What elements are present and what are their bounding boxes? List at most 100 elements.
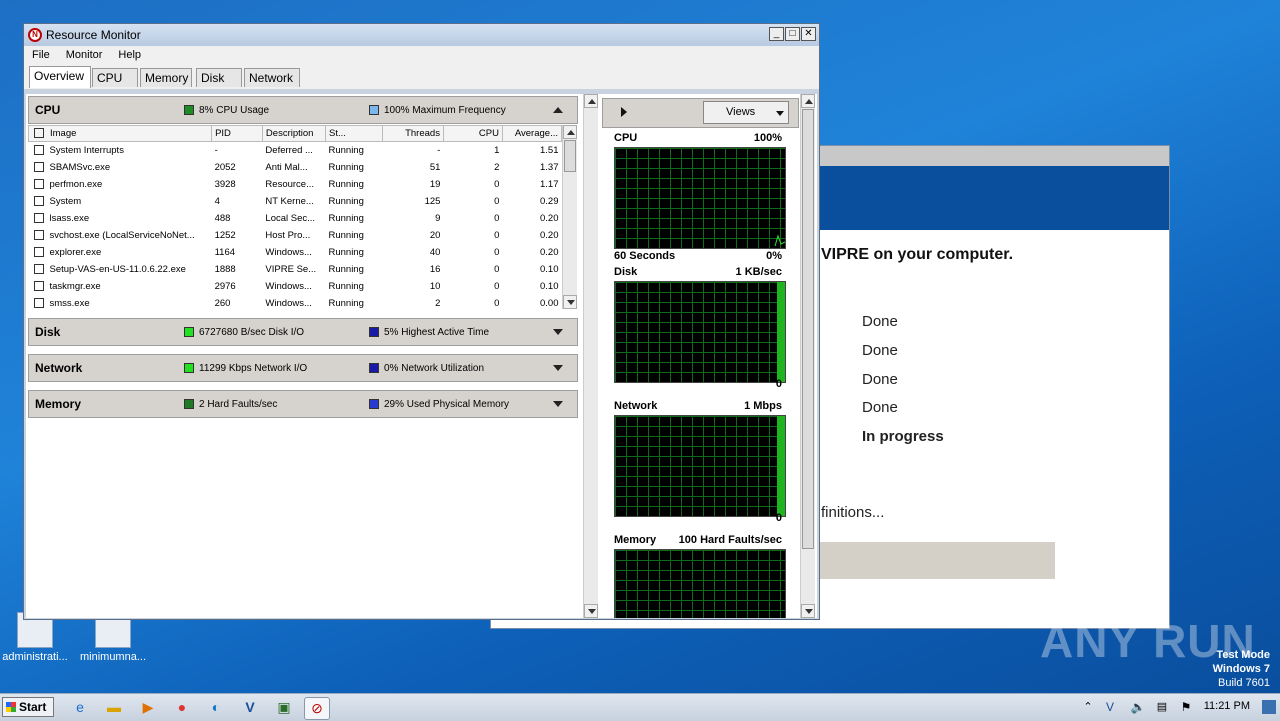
process-checkbox[interactable]: [33, 230, 44, 241]
table-row[interactable]: taskmgr.exe 2976 Windows... Running 10 0 0.10: [29, 278, 562, 295]
tab-memory[interactable]: Memory: [140, 68, 192, 87]
expand-arrow-icon[interactable]: [553, 401, 563, 407]
memory-graph-canvas: [614, 549, 786, 618]
memory-section-header[interactable]: Memory 2 Hard Faults/sec 29% Used Physic…: [28, 390, 578, 418]
table-row[interactable]: perfmon.exe 3928 Resource... Running 19 0 1.17: [29, 176, 562, 193]
tab-cpu[interactable]: CPU: [92, 68, 138, 87]
menu-help[interactable]: Help: [110, 49, 149, 61]
process-checkbox[interactable]: [33, 162, 44, 173]
process-table-scrollbar[interactable]: [562, 125, 577, 309]
average-cpu-cell: 0.10: [540, 281, 559, 292]
collapse-arrow-icon[interactable]: [553, 107, 563, 113]
section-title: Disk: [35, 325, 61, 339]
expand-arrow-icon[interactable]: [553, 329, 563, 335]
column-header-threads[interactable]: Threads: [381, 125, 444, 142]
disk-section-header[interactable]: Disk 6727680 B/sec Disk I/O 5% Highest A…: [28, 318, 578, 346]
pid-cell: 2976: [214, 281, 236, 292]
edge-icon[interactable]: ◐: [204, 697, 228, 718]
show-desktop-button[interactable]: [1262, 700, 1276, 714]
process-checkbox[interactable]: [33, 213, 44, 224]
graph-min: 0: [775, 512, 782, 524]
select-all-checkbox[interactable]: [34, 128, 44, 139]
resource-monitor-taskbar-icon[interactable]: ⊘: [304, 697, 330, 720]
graphs-pane: Views CPU 100% 60 Seconds 0% Disk 1 KB/s…: [602, 94, 817, 618]
memory-graph: Memory 100 Hard Faults/sec: [610, 534, 792, 618]
process-checkbox[interactable]: [33, 298, 44, 309]
views-dropdown[interactable]: Views: [703, 101, 789, 124]
section-title: Memory: [35, 397, 82, 411]
table-row[interactable]: lsass.exe 488 Local Sec... Running 9 0 0.20: [29, 210, 562, 227]
show-hidden-icons-icon[interactable]: ⌃: [1076, 697, 1100, 718]
media-player-icon[interactable]: ▶: [136, 697, 160, 718]
vipre-tray-icon[interactable]: V: [1098, 697, 1122, 718]
pid-cell: 4: [214, 196, 220, 207]
table-row[interactable]: Setup-VAS-en-US-11.0.6.22.exe 1888 VIPRE S…: [29, 261, 562, 278]
column-header-average[interactable]: Average...: [501, 125, 563, 142]
expand-arrow-icon[interactable]: [553, 365, 563, 371]
table-row[interactable]: System Interrupts - Deferred ... Running -1 1…: [29, 142, 562, 160]
scroll-thumb[interactable]: [564, 140, 576, 172]
scroll-down-arrow-icon[interactable]: [563, 295, 577, 309]
scroll-down-arrow-icon[interactable]: [801, 604, 815, 618]
column-header-description[interactable]: Description: [261, 125, 326, 142]
minimize-button[interactable]: _: [769, 27, 784, 41]
table-row[interactable]: svchost.exe (LocalServiceNoNet... 1252 Hos…: [29, 227, 562, 244]
process-checkbox[interactable]: [33, 281, 44, 292]
scroll-down-arrow-icon[interactable]: [584, 604, 598, 618]
desktop-icon-label: administrati...: [2, 651, 68, 663]
chrome-icon[interactable]: ●: [170, 697, 194, 718]
graph-title: Network: [614, 400, 658, 412]
network-section-header[interactable]: Network 11299 Kbps Network I/O 0% Networ…: [28, 354, 578, 382]
scroll-up-arrow-icon[interactable]: [563, 125, 577, 139]
collapse-pane-arrow-icon[interactable]: [621, 107, 627, 117]
vipre-current-step: In progress: [862, 428, 944, 445]
used-memory-swatch: [369, 399, 379, 409]
graphs-scrollbar[interactable]: [800, 94, 815, 618]
process-checkbox[interactable]: [33, 179, 44, 190]
tab-overview[interactable]: Overview: [29, 66, 91, 88]
column-header-status[interactable]: St...: [324, 125, 383, 142]
sections-scrollbar[interactable]: [583, 94, 598, 618]
cpu-cell: 0: [494, 247, 500, 258]
tab-disk[interactable]: Disk: [196, 68, 242, 87]
installer-icon[interactable]: ▣: [272, 697, 296, 718]
action-center-flag-icon[interactable]: ⚑: [1174, 697, 1198, 718]
title-bar[interactable]: N Resource Monitor: [24, 24, 819, 46]
build-text: Build 7601: [1218, 677, 1270, 689]
section-title: Network: [35, 361, 83, 375]
pid-cell: 2052: [214, 162, 236, 173]
column-header-pid[interactable]: PID: [211, 125, 263, 142]
internet-explorer-icon[interactable]: e: [68, 697, 92, 718]
process-checkbox[interactable]: [33, 196, 44, 207]
folder-icon[interactable]: ▬: [102, 697, 126, 718]
table-row[interactable]: SBAMSvc.exe 2052 Anti Mal... Running 51 2 1.37: [29, 159, 562, 176]
maximize-button[interactable]: □: [785, 27, 800, 41]
scroll-up-arrow-icon[interactable]: [584, 94, 598, 108]
table-row[interactable]: explorer.exe 1164 Windows... Running 40 0 0.20: [29, 244, 562, 261]
start-button[interactable]: Start: [2, 697, 54, 717]
scroll-up-arrow-icon[interactable]: [801, 94, 815, 108]
speaker-icon[interactable]: 🔈: [1126, 697, 1150, 718]
description-cell: Windows...: [265, 247, 312, 258]
graph-max: 1 KB/sec: [735, 266, 782, 278]
process-checkbox[interactable]: [33, 264, 44, 275]
close-button[interactable]: ✕: [801, 27, 816, 41]
cpu-section-header[interactable]: CPU 8% CPU Usage 100% Maximum Frequency: [28, 96, 578, 124]
vipre-icon[interactable]: V: [238, 697, 262, 718]
threads-cell: 51: [429, 162, 441, 173]
menu-file[interactable]: File: [24, 49, 58, 61]
status-cell: Running: [328, 213, 364, 224]
table-row[interactable]: smss.exe 260 Windows... Running 2 0 0.00: [29, 295, 562, 312]
column-header-cpu[interactable]: CPU: [442, 125, 503, 142]
table-row[interactable]: System 4 NT Kerne... Running 125 0 0.29: [29, 193, 562, 210]
scroll-thumb[interactable]: [802, 109, 814, 549]
taskbar-clock[interactable]: 11:21 PM: [1204, 700, 1250, 712]
process-checkbox[interactable]: [33, 247, 44, 258]
graph-min: 0: [775, 378, 782, 390]
network-io-label: 11299 Kbps Network I/O: [199, 363, 308, 374]
network-tray-icon[interactable]: ▤: [1150, 697, 1174, 718]
column-header-image[interactable]: Image: [27, 125, 213, 142]
process-checkbox[interactable]: [33, 145, 44, 156]
tab-network[interactable]: Network: [244, 68, 300, 87]
menu-monitor[interactable]: Monitor: [58, 49, 111, 61]
